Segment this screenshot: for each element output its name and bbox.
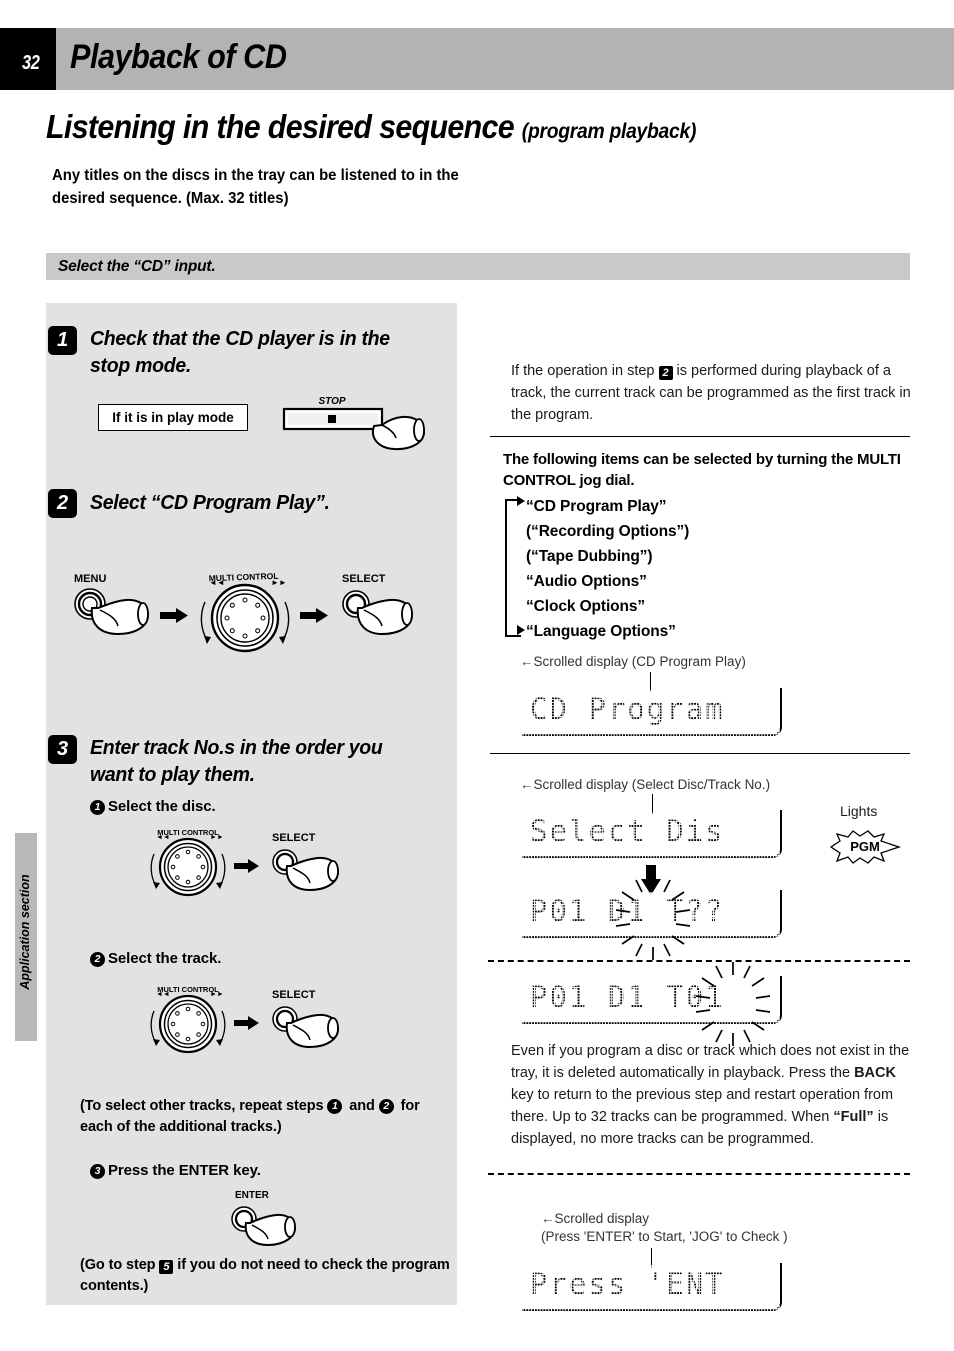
scroll-label-3-line-1: ←Scrolled display (541, 1211, 650, 1226)
menu-item-0-label: “CD Program Play” (526, 498, 667, 515)
divider-rule-2 (490, 753, 910, 754)
lcd-display-5: Press 'ENT (522, 1263, 782, 1311)
right-note-2-line-2-a: Press the (788, 1065, 855, 1082)
side-tab-label: Application section (18, 874, 32, 990)
substep-3-number: 3 (90, 1164, 105, 1179)
repeat-note-text-b: and (345, 1098, 379, 1114)
svg-text:◄◄: ◄◄ (156, 834, 170, 841)
svg-text:STOP: STOP (318, 396, 345, 407)
dashed-divider-2 (488, 1173, 910, 1175)
pgm-indicator: PGM (828, 830, 902, 864)
lights-label: Lights (840, 803, 878, 819)
svg-text:►►: ►► (271, 578, 287, 587)
stop-button-illustration: STOP (282, 396, 426, 451)
lcd-display-1: CD Program (522, 688, 782, 736)
scroll-label-2: ←Scrolled display (Select Disc/Track No.… (520, 777, 771, 792)
substep-2-control-illustration: MULTI CONTROL ◄◄ ►► SELECT (150, 985, 340, 1054)
page-title: Listening in the desired sequence (progr… (46, 108, 696, 146)
menu-item-0[interactable]: “CD Program Play” (520, 494, 689, 519)
svg-text:SELECT: SELECT (272, 832, 316, 844)
page-title-subtitle: (program playback) (521, 120, 697, 143)
side-tab: Application section (15, 833, 37, 1041)
right-note-1: If the operation in step 2 is performed … (511, 360, 911, 426)
page-header-title: Playback of CD (70, 38, 287, 76)
step-1-heading: Check that the CD player is in the stop … (90, 327, 390, 378)
enter-key-label: ENTER (235, 1190, 270, 1201)
repeat-steps-note: (To select other tracks, repeat steps 1 … (80, 1096, 445, 1139)
pgm-indicator-label: PGM (850, 839, 880, 854)
right-note-2-line-3-a: Up to 32 tracks can be programmed. When (552, 1109, 834, 1126)
page-title-main: Listening in the desired sequence (46, 108, 515, 145)
right-note-2: Even if you program a disc or track whic… (511, 1040, 913, 1150)
lcd-display-5-text: Press 'ENT (530, 1267, 725, 1301)
substep-2-label: Select the track. (108, 950, 222, 967)
lcd-display-2: Select Dis (522, 810, 782, 858)
step-2-badge: 2 (48, 489, 77, 518)
select-key-label: SELECT (342, 573, 386, 585)
intro-paragraph: Any titles on the discs in the tray can … (52, 167, 459, 208)
substep-2-number: 2 (90, 952, 105, 967)
substep-1-label: Select the disc. (108, 798, 216, 815)
jog-menu-list: “CD Program Play” (“Recording Options”) … (520, 494, 689, 644)
section-bar: Select the “CD” input. (46, 253, 910, 280)
substep-3: 3 Press the ENTER key. (90, 1162, 261, 1179)
svg-text:►►: ►► (210, 991, 224, 998)
blink-rays-disc-icon (615, 876, 691, 960)
substep-2: 2 Select the track. (90, 950, 221, 967)
step-1-badge: 1 (48, 326, 77, 355)
goto-note-text-a: (Go to step (80, 1257, 160, 1273)
enter-key-illustration: ENTER (231, 1190, 297, 1246)
substep-1: 1 Select the disc. (90, 798, 216, 815)
substep-1-number: 1 (90, 800, 105, 815)
step-2-heading: Select “CD Program Play”. (90, 491, 330, 514)
step-3-heading: Enter track No.s in the order you want t… (90, 736, 383, 787)
play-mode-callout: If it is in play mode (98, 404, 248, 431)
blink-rays-track-icon (695, 962, 771, 1046)
goto-note-ref: 5 (159, 1260, 174, 1274)
lcd-display-1-text: CD Program (530, 692, 725, 726)
svg-text:►►: ►► (210, 834, 224, 841)
substep-3-label: Press the ENTER key. (108, 1162, 261, 1179)
scroll-label-1: ←Scrolled display (CD Program Play) (520, 654, 746, 669)
repeat-note-ref-2: 2 (378, 1099, 394, 1114)
step-3-badge: 3 (48, 735, 77, 764)
back-key-ref: BACK (854, 1065, 896, 1082)
step-2-control-illustration: MENU MULTI CONTROL ◄◄ ►► SELECT (74, 571, 414, 653)
svg-text:SELECT: SELECT (272, 989, 316, 1001)
menu-item-4[interactable]: “Clock Options” (520, 594, 689, 619)
svg-text:◄◄: ◄◄ (156, 991, 170, 998)
lcd-display-2-text: Select Dis (530, 814, 725, 848)
scroll-label-3-line-2: (Press 'ENTER' to Start, 'JOG' to Check … (541, 1229, 788, 1244)
section-bar-label: Select the “CD” input. (58, 258, 216, 275)
menu-item-5[interactable]: “Language Options” (520, 619, 689, 644)
menu-key-label: MENU (74, 573, 106, 585)
jog-dial-intro: The following items can be selected by t… (503, 451, 901, 490)
substep-1-control-illustration: MULTI CONTROL ◄◄ ►► SELECT (150, 828, 340, 897)
menu-item-1[interactable]: (“Recording Options”) (520, 519, 689, 544)
repeat-note-text-a: (To select other tracks, repeat steps (80, 1098, 328, 1114)
menu-range-bracket (505, 499, 521, 637)
menu-item-3[interactable]: “Audio Options” (520, 569, 689, 594)
page-number: 32 (22, 52, 40, 74)
full-message-ref: “Full” (833, 1109, 874, 1126)
menu-item-2[interactable]: (“Tape Dubbing”) (520, 544, 689, 569)
right-note-1-a: If the operation in step (511, 363, 659, 379)
goto-step-note: (Go to step 5 if you do not need to chec… (80, 1255, 450, 1298)
svg-text:◄◄: ◄◄ (209, 578, 225, 587)
right-note-1-step-ref: 2 (658, 366, 673, 380)
repeat-note-ref-1: 1 (327, 1099, 343, 1114)
divider-rule-1 (490, 436, 910, 437)
